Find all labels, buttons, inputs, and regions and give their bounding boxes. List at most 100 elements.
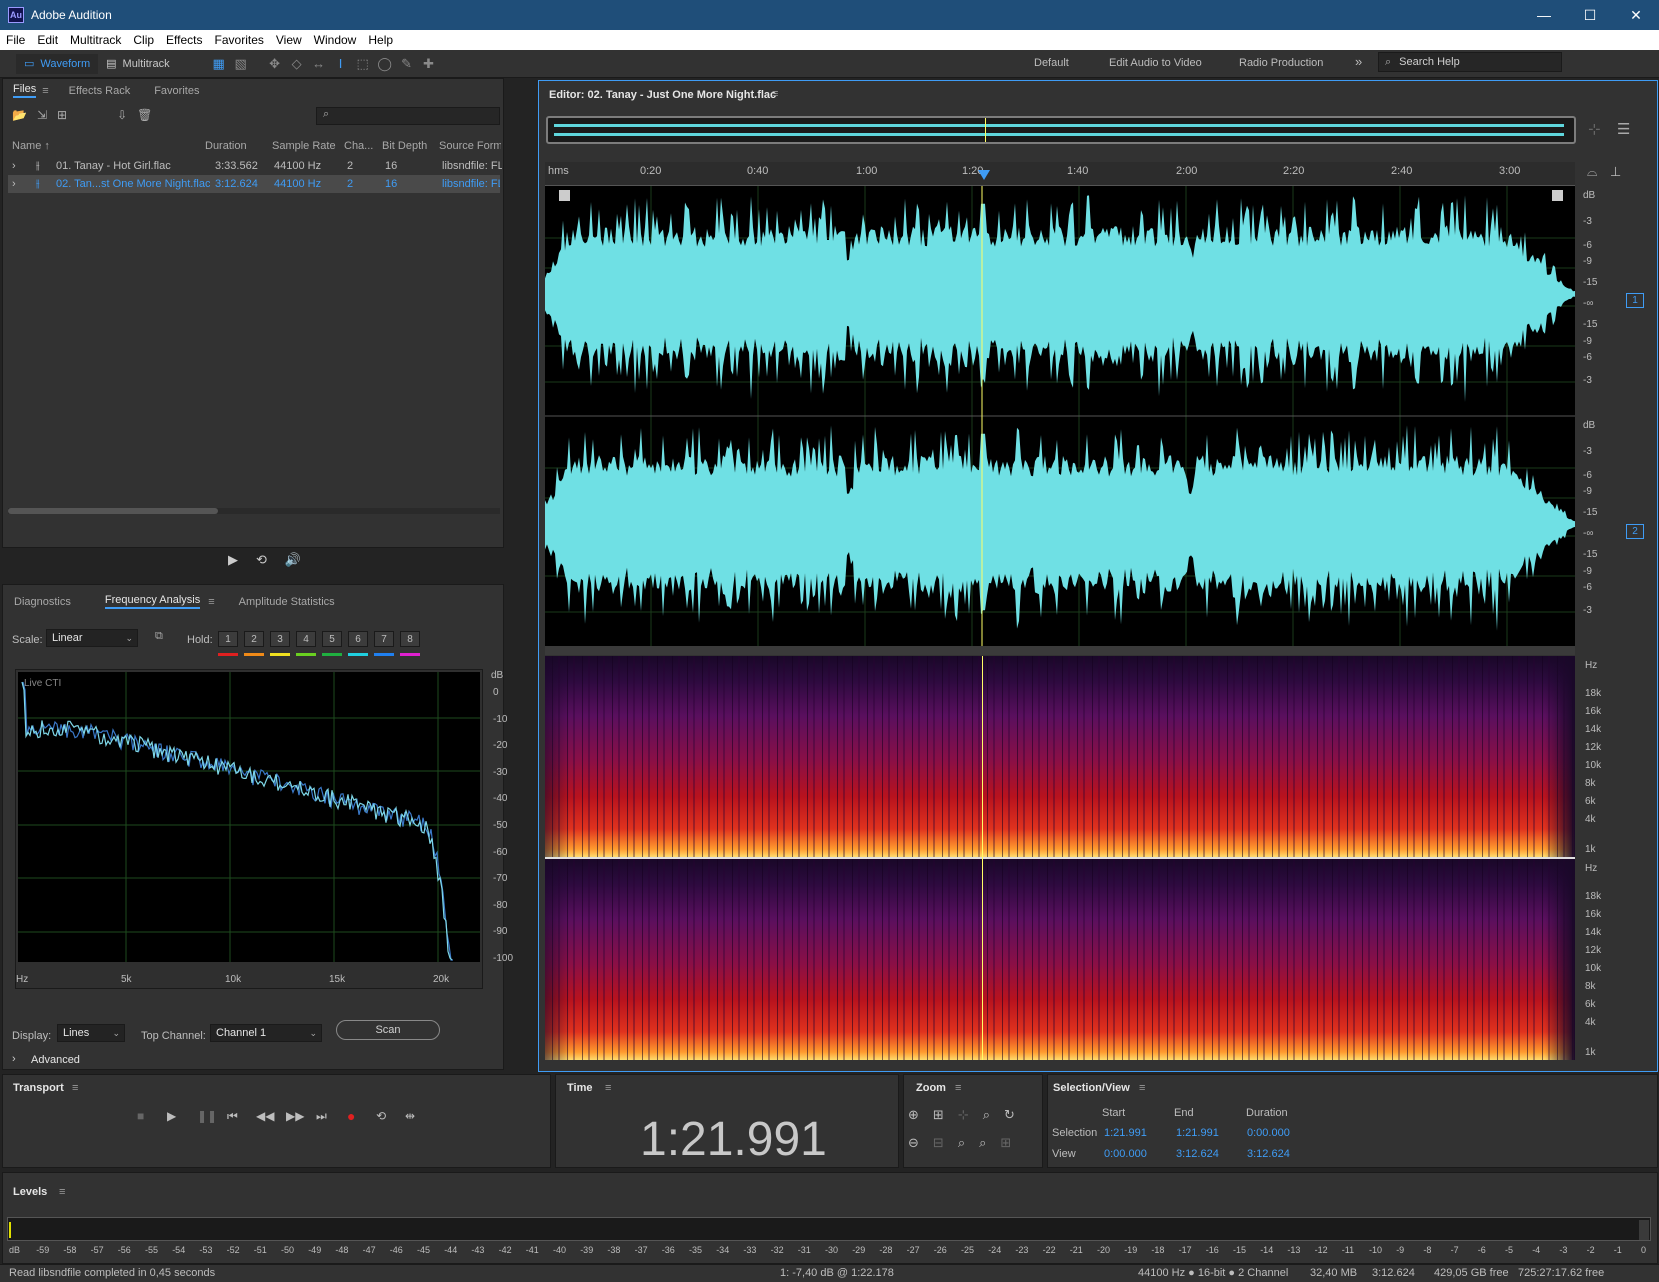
tab-frequency-analysis[interactable]: Frequency Analysis [104,594,201,609]
zoom-out-amplitude-icon[interactable]: ⊖ [908,1135,919,1151]
menu-file[interactable]: File [0,33,31,47]
hold-button-3[interactable]: 3 [270,631,290,647]
files-menu-icon[interactable]: ≡ [42,85,48,97]
hold-button-6[interactable]: 6 [348,631,368,647]
minimize-button[interactable]: — [1521,0,1567,30]
col-duration[interactable]: Duration [205,140,247,152]
headphone-icon[interactable]: ⌓ [1587,164,1597,180]
col-channels[interactable]: Cha... [344,140,373,152]
hold-button-8[interactable]: 8 [400,631,420,647]
zoom-reset-icon[interactable]: ↻ [1004,1107,1015,1123]
advanced-chevron-icon[interactable]: › [12,1053,16,1065]
workspace-radio-production[interactable]: Radio Production [1239,57,1323,69]
spectrogram-channel-1[interactable] [545,656,1575,857]
zoom-in-amplitude-icon[interactable]: ⊕ [908,1107,919,1123]
hold-button-1[interactable]: 1 [218,631,238,647]
transport-menu-icon[interactable]: ≡ [72,1082,78,1094]
top-channel-select[interactable]: Channel 1 ⌄ [210,1024,322,1042]
playhead-marker-icon[interactable] [978,170,990,180]
zoom-out-full-icon[interactable]: ⌕ [979,1135,986,1151]
zoom-out-time-icon[interactable]: ⊟ [933,1135,944,1151]
zoom-in-point-icon[interactable]: ⌕ [958,1135,965,1151]
menu-effects[interactable]: Effects [160,33,208,47]
hold-button-4[interactable]: 4 [296,631,316,647]
overview-bar[interactable] [546,116,1576,144]
fast-forward-icon[interactable]: ▶▶ [286,1109,304,1123]
tab-files[interactable]: Files [13,83,37,98]
selection-view-menu-icon[interactable]: ≡ [1139,1082,1145,1094]
menu-help[interactable]: Help [362,33,399,47]
editor-menu-icon[interactable]: ≡ [772,88,778,100]
time-menu-icon[interactable]: ≡ [605,1082,611,1094]
go-to-start-icon[interactable]: ⏮ [227,1109,238,1124]
files-scrollbar[interactable] [8,508,500,514]
display-select[interactable]: Lines ⌄ [57,1024,125,1042]
move-tool-icon[interactable]: ✥ [264,54,286,74]
menu-multitrack[interactable]: Multitrack [64,33,127,47]
workspace-default[interactable]: Default [1034,57,1069,69]
zoom-navigator-icon[interactable]: ⊹ [1588,120,1601,138]
channel-2-badge[interactable]: 2 [1626,524,1644,539]
time-ruler[interactable] [545,162,1575,186]
menu-clip[interactable]: Clip [127,33,160,47]
search-help-box[interactable]: ⌕ Search Help [1378,52,1562,72]
tab-diagnostics[interactable]: Diagnostics [14,596,71,608]
new-file-icon[interactable]: ⊞ [57,108,67,122]
scan-button[interactable]: Scan [336,1020,440,1040]
open-file-icon[interactable]: 📂 [12,108,27,122]
hold-button-7[interactable]: 7 [374,631,394,647]
preview-volume-icon[interactable]: 🔊 [285,552,301,568]
menu-view[interactable]: View [270,33,308,47]
time-selection-tool-icon[interactable]: I [330,54,352,74]
razor-tool-icon[interactable]: ◇ [286,54,308,74]
waveform-view-icon[interactable]: ▦ [208,54,230,74]
stop-icon[interactable]: ■ [137,1109,144,1123]
panel-options-icon[interactable]: ☰ [1617,120,1630,138]
play-icon[interactable]: ▶ [167,1109,176,1123]
delete-icon[interactable]: 🗑 [137,108,152,122]
insert-icon[interactable]: ⇩ [117,108,127,122]
healing-tool-icon[interactable]: ✚ [418,54,440,74]
tab-effects-rack[interactable]: Effects Rack [69,85,131,97]
levels-menu-icon[interactable]: ≡ [59,1186,65,1198]
lasso-tool-icon[interactable]: ◯ [374,54,396,74]
zoom-to-selection-icon[interactable]: ⌕ [983,1107,990,1123]
selection-duration[interactable]: 0:00.000 [1247,1127,1290,1139]
menu-edit[interactable]: Edit [31,33,64,47]
skip-selection-icon[interactable]: ⇹ [405,1109,415,1123]
import-file-icon[interactable]: ⇲ [37,108,47,122]
file-row-selected[interactable]: › ⫲ 02. Tan...st One More Night.flac 3:1… [8,175,500,193]
rewind-icon[interactable]: ◀◀ [256,1109,274,1123]
marquee-tool-icon[interactable]: ⬚ [352,54,374,74]
slip-tool-icon[interactable]: ↔ [308,54,330,74]
zoom-menu-icon[interactable]: ≡ [955,1082,961,1094]
channel-1-badge[interactable]: 1 [1626,293,1644,308]
col-sample-rate[interactable]: Sample Rate [272,140,336,152]
preview-loop-icon[interactable]: ⟲ [256,552,267,568]
tab-amplitude-statistics[interactable]: Amplitude Statistics [239,596,335,608]
snapshot-icon[interactable]: ⧉ [155,630,163,643]
tab-favorites[interactable]: Favorites [154,85,199,97]
loop-icon[interactable]: ⟲ [376,1109,386,1123]
selection-end[interactable]: 1:21.991 [1176,1127,1219,1139]
view-start[interactable]: 0:00.000 [1104,1148,1147,1160]
waveform-mode-button[interactable]: ▭ Waveform [16,53,99,74]
expand-icon[interactable]: › [12,178,16,190]
record-icon[interactable]: ● [347,1108,355,1124]
multitrack-mode-button[interactable]: ▤ Multitrack [98,54,177,74]
zoom-out-point-icon[interactable]: ⊞ [1000,1135,1011,1151]
hold-button-2[interactable]: 2 [244,631,264,647]
col-name[interactable]: Name ↑ [12,140,50,152]
spectrogram-channel-2[interactable] [545,859,1575,1060]
fade-in-handle-icon[interactable] [559,190,570,201]
menu-favorites[interactable]: Favorites [209,33,270,47]
analysis-menu-icon[interactable]: ≡ [208,596,214,608]
view-end[interactable]: 3:12.624 [1176,1148,1219,1160]
spectral-view-icon[interactable]: ▧ [230,54,252,74]
close-button[interactable]: ✕ [1613,0,1659,30]
file-row[interactable]: › ⫲ 01. Tanay - Hot Girl.flac 3:33.562 4… [8,157,528,175]
selection-start[interactable]: 1:21.991 [1104,1127,1147,1139]
fade-out-handle-icon[interactable] [1552,190,1563,201]
col-bit-depth[interactable]: Bit Depth [382,140,427,152]
col-source-format[interactable]: Source Form... [439,140,501,152]
